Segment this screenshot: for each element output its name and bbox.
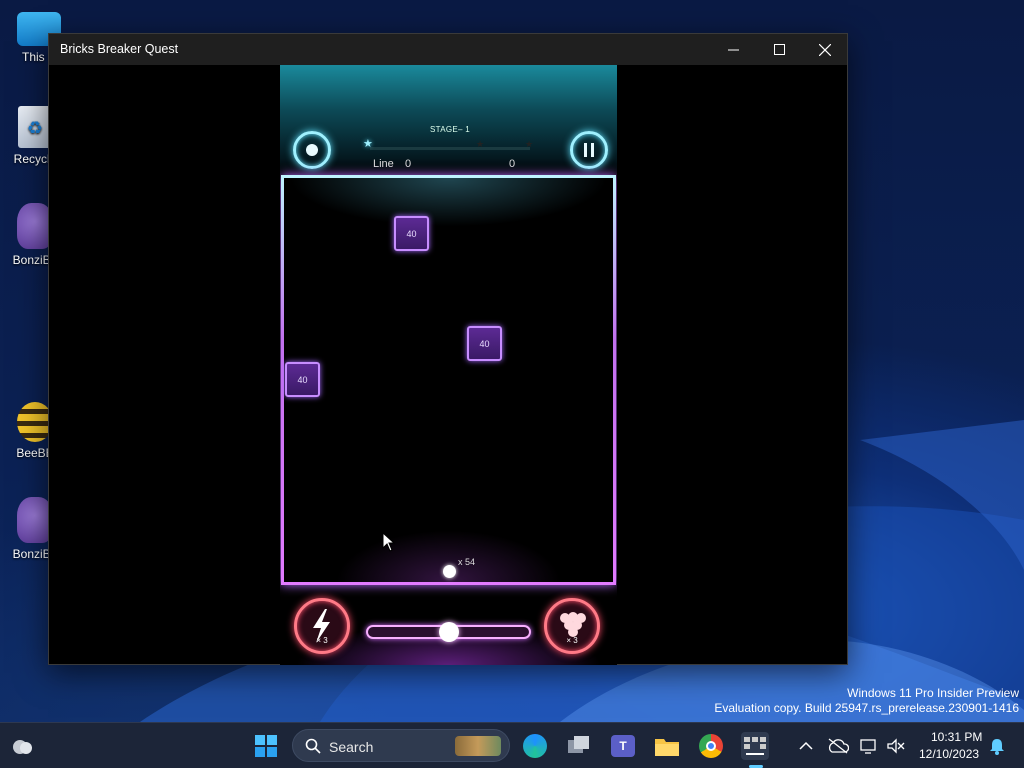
ball xyxy=(443,565,456,578)
start-button[interactable] xyxy=(252,732,280,760)
stage-progress-track xyxy=(370,147,530,150)
taskbar: Search T 10:31 PM 12/10/2023 xyxy=(0,722,1024,768)
network-icon xyxy=(860,739,876,754)
chevron-up-icon xyxy=(799,741,813,750)
taskbar-search[interactable]: Search xyxy=(292,729,510,762)
power-up-bar: × 3 × 3 xyxy=(280,585,617,665)
bell-icon xyxy=(990,739,1004,755)
windows-logo-icon xyxy=(255,735,277,757)
brick: 40 xyxy=(467,326,502,361)
multiball-count: × 3 xyxy=(566,636,578,645)
task-view-icon xyxy=(568,736,589,753)
taskbar-teams[interactable]: T xyxy=(609,732,637,760)
search-icon xyxy=(305,738,321,754)
weather-widget[interactable] xyxy=(9,732,37,760)
watermark-line-1: Windows 11 Pro Insider Preview xyxy=(847,686,1019,700)
pause-icon xyxy=(584,143,594,157)
close-icon xyxy=(819,43,831,56)
watermark-line-2: Evaluation copy. Build 25947.rs_prerelea… xyxy=(714,701,1019,715)
notifications-button[interactable] xyxy=(983,732,1011,760)
taskbar-task-view[interactable] xyxy=(565,732,593,760)
tray-volume[interactable] xyxy=(882,732,910,760)
minimize-icon xyxy=(727,49,739,51)
multiball-power-button[interactable]: × 3 xyxy=(544,598,600,654)
cloud-offline-icon xyxy=(828,738,849,754)
aim-slider-thumb[interactable] xyxy=(439,622,459,642)
recycle-bin-icon: ♻ xyxy=(18,106,52,148)
brick: 40 xyxy=(285,362,320,397)
taskbar-chrome[interactable] xyxy=(697,732,725,760)
tray-onedrive[interactable] xyxy=(824,732,852,760)
score-value: 0 xyxy=(509,158,516,170)
star-icon: ★ xyxy=(363,138,373,150)
volume-muted-icon xyxy=(887,738,905,754)
record-button[interactable] xyxy=(293,131,331,169)
lightning-count: × 3 xyxy=(316,636,328,645)
search-highlight-icon xyxy=(455,736,501,756)
line-value: 0 xyxy=(405,158,412,170)
title-bar[interactable]: Bricks Breaker Quest xyxy=(49,34,847,65)
show-hidden-icons-button[interactable] xyxy=(792,732,820,760)
game-header xyxy=(280,65,617,175)
weather-icon xyxy=(13,740,32,754)
minimize-button[interactable] xyxy=(710,34,756,65)
lightning-power-button[interactable]: × 3 xyxy=(294,598,350,654)
game-canvas[interactable]: STAGE– 1 ★ ★ ★ Line 0 0 40 40 40 x 54 × … xyxy=(280,65,617,665)
aim-slider[interactable] xyxy=(366,622,531,642)
line-label: Line xyxy=(373,158,394,170)
app-window: Bricks Breaker Quest STAGE– 1 ★ ★ ★ Line… xyxy=(48,33,848,665)
brick: 40 xyxy=(394,216,429,251)
maximize-button[interactable] xyxy=(756,34,802,65)
star-icon: ★ xyxy=(476,139,485,149)
taskbar-edge-beta[interactable] xyxy=(521,732,549,760)
star-icon: ★ xyxy=(525,139,534,149)
close-button[interactable] xyxy=(802,34,848,65)
teams-icon: T xyxy=(611,735,635,757)
edge-icon xyxy=(523,734,547,758)
clock-time[interactable]: 10:31 PM xyxy=(931,730,982,744)
search-placeholder: Search xyxy=(329,739,374,755)
pause-button[interactable] xyxy=(570,131,608,169)
stage-label: STAGE– 1 xyxy=(429,125,471,134)
record-icon xyxy=(306,144,318,156)
mouse-cursor-icon xyxy=(382,532,396,552)
bricks-breaker-icon xyxy=(744,737,766,755)
window-title: Bricks Breaker Quest xyxy=(60,42,179,56)
chrome-icon xyxy=(699,734,723,758)
taskbar-bricks-breaker[interactable] xyxy=(741,732,769,760)
ball-count: x 54 xyxy=(458,557,476,567)
taskbar-file-explorer[interactable] xyxy=(653,732,681,760)
play-field[interactable]: 40 40 40 x 54 xyxy=(281,175,616,585)
clock-date[interactable]: 12/10/2023 xyxy=(919,747,979,761)
maximize-icon xyxy=(773,44,785,55)
folder-icon xyxy=(655,739,679,756)
tray-network[interactable] xyxy=(856,732,884,760)
